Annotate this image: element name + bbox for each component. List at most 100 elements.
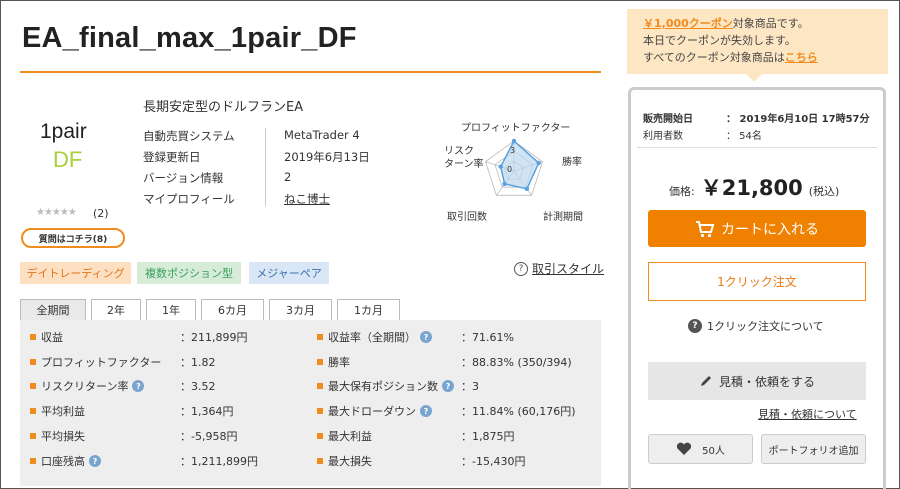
- release-date-label: 販売開始日: [643, 114, 693, 125]
- stat-value: ：1,875円: [461, 430, 515, 443]
- radar-chart: 3 0: [485, 138, 543, 196]
- about-quote-link[interactable]: 見積・依頼について: [758, 406, 857, 422]
- radar-scale-zero: 0: [507, 165, 512, 174]
- stat-account-balance: 口座残高?: [30, 453, 101, 469]
- stat-value: ：1,211,899円: [180, 455, 258, 468]
- bullet-icon: [317, 433, 323, 439]
- stat-average-profit: 平均利益: [30, 403, 85, 419]
- stat-label: 平均利益: [41, 405, 85, 418]
- about-one-click-label: 1クリック注文について: [707, 320, 824, 333]
- users-value: ： 54名: [726, 131, 762, 142]
- one-click-order-button[interactable]: 1クリック注文: [648, 262, 866, 301]
- tag-day-trading[interactable]: デイトレーディング: [20, 262, 131, 284]
- bullet-icon: [317, 458, 323, 464]
- product-tagline: 長期安定型のドルフランEA: [143, 100, 304, 115]
- stat-label: 平均損失: [41, 430, 85, 443]
- stat-value: ：3: [461, 380, 479, 393]
- tab-1-year[interactable]: 1年: [146, 299, 196, 320]
- stats-panel: 収益 ：211,899円 プロフィットファクター ：1.82 リスクリターン率?…: [20, 320, 601, 486]
- heart-icon: [677, 442, 692, 455]
- help-icon[interactable]: ?: [420, 331, 432, 343]
- period-tabs: 全期間 2年 1年 6カ月 3カ月 1カ月: [20, 299, 405, 320]
- info-label: 自動売買システム: [143, 129, 235, 143]
- tab-1-month[interactable]: 1カ月: [337, 299, 400, 320]
- help-icon[interactable]: ?: [132, 380, 145, 392]
- product-logo-line2: DF: [53, 147, 83, 172]
- stat-value: ：3.52: [180, 380, 216, 393]
- bullet-icon: [317, 383, 323, 389]
- stat-value: ：11.84% (60,176円): [461, 405, 576, 418]
- meta-divider: [637, 147, 877, 148]
- favorite-button[interactable]: 50人: [648, 434, 753, 464]
- question-button[interactable]: 質問はコチラ(8): [21, 228, 125, 248]
- stat-max-drawdown: 最大ドローダウン?: [317, 403, 432, 419]
- add-portfolio-button[interactable]: ポートフォリオ追加: [761, 434, 866, 464]
- stat-value: ：-5,958円: [180, 430, 238, 443]
- stat-value: ：1.82: [180, 356, 216, 369]
- stat-label: 口座残高: [41, 455, 85, 468]
- product-logo-line1: 1pair: [40, 120, 87, 143]
- bullet-icon: [317, 408, 323, 414]
- bullet-icon: [30, 383, 36, 389]
- tab-all-period[interactable]: 全期間: [20, 299, 86, 320]
- bullet-icon: [30, 458, 36, 464]
- help-icon[interactable]: ?: [89, 455, 101, 467]
- stat-max-positions: 最大保有ポジション数?: [317, 378, 454, 394]
- stat-risk-return: リスクリターン率?: [30, 378, 145, 394]
- pen-icon: [700, 376, 711, 386]
- cart-label: カートに入れる: [721, 221, 819, 238]
- help-icon[interactable]: ?: [442, 380, 454, 392]
- stat-value: ：88.83% (350/394): [461, 356, 572, 369]
- bullet-icon: [317, 334, 323, 340]
- bullet-icon: [30, 408, 36, 414]
- info-separator: [265, 128, 266, 206]
- trade-style-link[interactable]: ? 取引スタイル: [514, 260, 604, 277]
- stat-max-loss: 最大損失: [317, 453, 372, 469]
- price-tax: (税込): [808, 185, 840, 198]
- radar-scale-max: 3: [510, 146, 515, 155]
- radar-label-period: 計測期間: [543, 212, 583, 223]
- tab-6-months[interactable]: 6カ月: [201, 299, 264, 320]
- stat-max-profit: 最大利益: [317, 428, 372, 444]
- info-value: 2019年6月13日: [284, 150, 370, 164]
- coupon-all-link[interactable]: こちら: [785, 51, 818, 64]
- tab-3-months[interactable]: 3カ月: [269, 299, 332, 320]
- radar-label-risk-line1: リスク: [444, 146, 474, 157]
- stat-value: ：71.61%: [461, 331, 514, 344]
- about-one-click-link[interactable]: ? 1クリック注文について: [688, 318, 824, 334]
- info-label: バージョン情報: [143, 171, 224, 185]
- coupon-link[interactable]: ￥1,000クーポン: [643, 17, 733, 30]
- stat-label: 最大保有ポジション数: [328, 380, 438, 393]
- radar-label-profit-factor: プロフィットファクター: [461, 123, 571, 134]
- radar-point: [511, 138, 517, 144]
- info-label: 登録更新日: [143, 150, 201, 164]
- price-row: 価格: ￥21,800 (税込): [669, 172, 839, 202]
- request-quote-label: 見積・依頼をする: [718, 374, 815, 389]
- bullet-icon: [30, 433, 36, 439]
- coupon-text: 対象商品です。: [732, 17, 809, 30]
- review-count[interactable]: (2): [93, 207, 109, 220]
- profile-link[interactable]: ねこ博士: [284, 191, 330, 207]
- add-to-cart-button[interactable]: カートに入れる: [648, 210, 866, 247]
- radar-point: [536, 160, 541, 166]
- help-icon: ?: [688, 319, 702, 333]
- title-divider: [20, 71, 601, 73]
- stat-label: 勝率: [328, 356, 350, 369]
- stat-profit-factor: プロフィットファクター: [30, 354, 161, 370]
- cart-icon: [696, 220, 715, 237]
- stat-value: ：211,899円: [180, 331, 248, 344]
- coupon-line3: すべてのクーポン対象商品はこちら: [643, 49, 888, 66]
- tag-multi-position[interactable]: 複数ポジション型: [137, 262, 241, 284]
- info-value: 2: [284, 170, 292, 184]
- stat-label: 収益率（全期間）: [328, 331, 416, 344]
- stat-label: プロフィットファクター: [41, 356, 162, 369]
- help-icon[interactable]: ?: [420, 405, 432, 417]
- tab-2-years[interactable]: 2年: [91, 299, 141, 320]
- bullet-icon: [30, 334, 36, 340]
- coupon-notice: ￥1,000クーポン対象商品です。 本日でクーポンが失効します。 すべてのクーポ…: [627, 9, 888, 74]
- radar-point: [498, 164, 503, 169]
- request-quote-button[interactable]: 見積・依頼をする: [648, 362, 866, 400]
- product-title: EA_final_max_1pair_DF: [22, 22, 357, 54]
- info-label: マイプロフィール: [143, 192, 235, 206]
- tag-major-pair[interactable]: メジャーペア: [249, 262, 329, 284]
